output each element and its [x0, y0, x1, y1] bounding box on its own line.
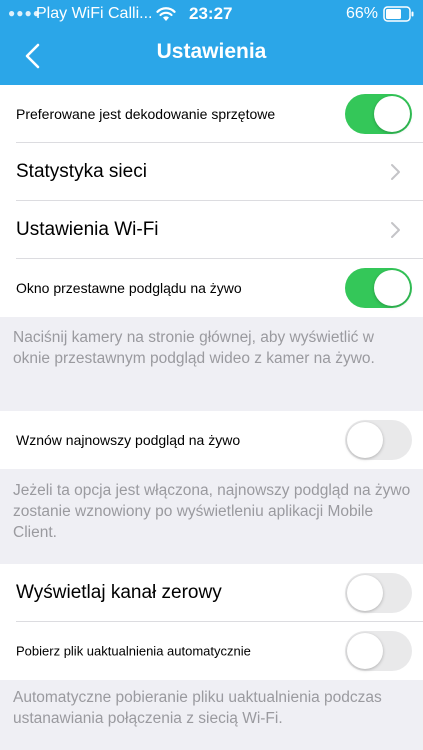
- battery-icon: [383, 6, 414, 22]
- toggle-knob: [347, 575, 383, 611]
- floating-window-label: Okno przestawne podglądu na żywo: [16, 280, 242, 296]
- page-title: Ustawienia: [156, 40, 267, 63]
- settings-row-wifi[interactable]: Ustawienia Wi-Fi: [0, 201, 423, 259]
- zero-channel-label: Wyświetlaj kanał zerowy: [16, 582, 222, 603]
- zero-channel-toggle[interactable]: [345, 573, 412, 613]
- wifi-settings-label: Ustawienia Wi-Fi: [16, 219, 159, 240]
- settings-row-zero-channel: Wyświetlaj kanał zerowy: [0, 564, 423, 622]
- settings-row-network-stats[interactable]: Statystyka sieci: [0, 143, 423, 201]
- resume-live-label: Wznów najnowszy podgląd na żywo: [16, 432, 241, 448]
- resume-live-toggle[interactable]: [345, 420, 412, 460]
- hardware-decoding-label: Preferowane jest dekodowanie sprzętowe: [16, 106, 276, 122]
- toggle-knob: [347, 422, 383, 458]
- chevron-right-icon: [391, 164, 400, 180]
- chevron-right-icon: [391, 222, 400, 238]
- carrier-name: Play WiFi Calli...: [36, 5, 153, 22]
- auto-download-note: Automatyczne pobieranie pliku uaktualnie…: [13, 689, 382, 727]
- floating-window-toggle[interactable]: [345, 268, 412, 308]
- toggle-knob: [374, 96, 410, 132]
- auto-download-toggle[interactable]: [345, 631, 412, 671]
- network-stats-label: Statystyka sieci: [16, 161, 147, 182]
- floating-window-note: Naciśnij kamery na stronie głównej, aby …: [13, 329, 375, 367]
- battery-percentage: 66%: [346, 5, 379, 22]
- status-bar: ●●●● Play WiFi Calli... 23:27 66%: [0, 0, 423, 28]
- toggle-knob: [374, 270, 410, 306]
- auto-download-label: Pobierz plik uaktualnienia automatycznie: [16, 643, 251, 659]
- resume-live-note: Jeżeli ta opcja jest włączona, najnowszy…: [13, 482, 411, 541]
- settings-row-hardware-decoding: Preferowane jest dekodowanie sprzętowe: [0, 85, 423, 143]
- toggle-knob: [347, 633, 383, 669]
- settings-row-auto-download: Pobierz plik uaktualnienia automatycznie: [0, 622, 423, 680]
- wifi-icon: [156, 7, 176, 21]
- hardware-decoding-toggle[interactable]: [345, 94, 412, 134]
- status-time: 23:27: [189, 4, 233, 23]
- settings-row-floating-window: Okno przestawne podglądu na żywo: [0, 259, 423, 317]
- navigation-header: ●●●● Play WiFi Calli... 23:27 66% Ustawi…: [0, 0, 423, 85]
- settings-row-resume-live: Wznów najnowszy podgląd na żywo: [0, 411, 423, 469]
